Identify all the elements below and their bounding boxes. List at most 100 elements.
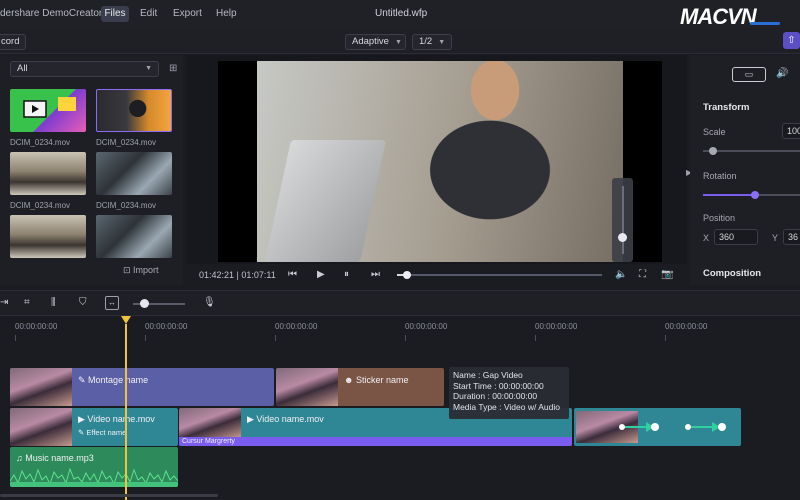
media-thumb-selected[interactable] [96,89,172,132]
x-input[interactable]: 360 [714,229,758,245]
volume-slider[interactable] [612,178,633,262]
music-name: Music name.mp3 [25,453,94,463]
cursor-effect-bar[interactable]: Cursur Margrerty [179,437,572,446]
music-clip-label: ♫ Music name.mp3 [16,453,94,463]
chevron-down-icon: ▼ [438,39,446,46]
redo-icon[interactable]: ⇥ [0,297,8,309]
ruler-tick [145,335,146,341]
progress-bar[interactable] [397,274,602,276]
zoom-mode-select[interactable]: Adaptive ▼ [345,34,406,50]
sticker-clip[interactable]: ☻ Sticker name [276,368,444,406]
media-item-label: DCIM_0234.mov [96,138,157,147]
time-display: 01:42:21 | 01:07:11 [199,270,276,280]
timeline-toolbar: ⇥ ⌗ ⫼ ⛉ ↔ 🎙 [0,290,800,316]
video-clip-1[interactable]: ▶ Video name.mov ✎ Effect name [10,408,178,446]
import-button[interactable]: ⊡ Import [123,265,159,276]
volume-track [622,186,624,254]
ruler-time: 00:00:00:00 [145,322,188,331]
clip-thumbnail [10,408,72,446]
media-item-label: DCIM_0234.mov [10,201,71,210]
fit-icon[interactable]: ↔ [105,296,119,310]
record-button[interactable]: cord [0,34,27,50]
clip-tooltip: Name : Gap Video Start Time : 00:00:00:0… [449,367,569,419]
chevron-down-icon: ▼ [394,39,402,46]
montage-clip[interactable]: ✎ Montage name [10,368,274,406]
montage-name: Montage name [88,375,149,385]
menu-edit[interactable]: Edit [140,8,157,19]
chevron-down-icon: ▼ [145,65,152,72]
split-icon[interactable]: ⫼ [51,297,56,309]
ruler-time: 00:00:00:00 [535,322,578,331]
skip-back-icon[interactable]: ⏮ [288,269,297,281]
pause-icon[interactable]: ⏸ [344,269,349,281]
media-thumb[interactable] [10,89,86,132]
quality-value: 1/2 [419,36,433,47]
y-input[interactable]: 36 [783,229,800,245]
rotation-knob[interactable] [751,191,759,199]
scale-input[interactable]: 100 [782,123,800,139]
clip-thumbnail [179,408,241,438]
watermark-logo: MACVN [680,4,757,29]
ruler-tick [405,335,406,341]
media-filter-select[interactable]: All ▼ [10,61,159,77]
menu-help[interactable]: Help [216,8,237,19]
shield-icon[interactable]: ⛉ [79,297,87,309]
music-clip[interactable]: ♫ Music name.mp3 [10,447,178,487]
composition-heading: Composition [703,268,762,279]
transform-heading: Transform [703,102,750,113]
scale-knob[interactable] [709,147,717,155]
y-label: Y [772,233,779,243]
play-graphic-icon [23,97,76,118]
media-thumb[interactable] [10,152,86,195]
keyframe-arrows-icon [619,422,726,432]
media-thumb[interactable] [96,215,172,258]
video-clip-label: ▶ Video name.mov [247,414,324,425]
cursor-effect-label: Cursur Margrerty [182,438,235,445]
scale-slider[interactable] [703,150,800,152]
quality-select[interactable]: 1/2 ▼ [412,34,452,50]
sticker-clip-label: ☻ Sticker name [344,375,409,385]
timeline-scrollbar[interactable] [0,494,218,497]
progress-knob[interactable] [403,271,412,279]
import-label: Import [133,265,159,275]
ruler-tick [15,335,16,341]
playhead-line[interactable] [125,324,127,500]
volume-knob[interactable] [618,233,627,242]
microphone-icon[interactable]: 🎙 [203,297,216,309]
crop-icon[interactable]: ⌗ [24,297,30,309]
fullscreen-icon[interactable]: ⛶ [639,269,646,281]
camera-icon[interactable]: 📷 [661,269,673,281]
play-icon[interactable]: ▶ [317,269,325,281]
clip-thumbnail [10,368,72,406]
tooltip-media-type: Media Type : Video w/ Audio [453,401,560,412]
video-icon: ▶ [247,414,257,424]
media-thumb[interactable] [10,215,86,258]
audio-tab-icon[interactable]: 🔊 [776,68,788,79]
tooltip-name: Name : Gap Video [453,370,523,380]
grid-view-icon[interactable]: ⊞ [169,63,177,74]
transition-clip[interactable] [574,408,741,446]
clip-thumbnail [276,368,338,406]
zoom-knob[interactable] [140,299,149,308]
montage-clip-label: ✎ Montage name [78,375,148,386]
menu-files[interactable]: Files [101,6,129,22]
ruler-tick [275,335,276,341]
media-thumb[interactable] [96,152,172,195]
video-name: Video name.mov [87,414,155,424]
ruler-time: 00:00:00:00 [405,322,448,331]
properties-panel: ▭ 🔊 Transform Scale 100 Rotation Positio… [690,55,800,285]
zoom-mode-value: Adaptive [352,36,389,47]
export-icon[interactable]: ⇧ [783,32,800,49]
volume-icon[interactable]: 🔈 [615,269,627,281]
video-tab-icon[interactable]: ▭ [732,67,766,82]
tooltip-start: Start Time : 00:00:00:00 [453,380,544,391]
rotation-fill [703,194,753,196]
scale-label: Scale [703,127,726,137]
smiley-icon: ☻ [344,375,356,385]
menu-export[interactable]: Export [173,8,202,19]
media-filter-value: All [17,63,28,74]
ruler-tick [665,335,666,341]
rotation-label: Rotation [703,171,737,181]
skip-forward-icon[interactable]: ⏭ [371,269,380,281]
playhead-handle[interactable] [121,316,131,324]
